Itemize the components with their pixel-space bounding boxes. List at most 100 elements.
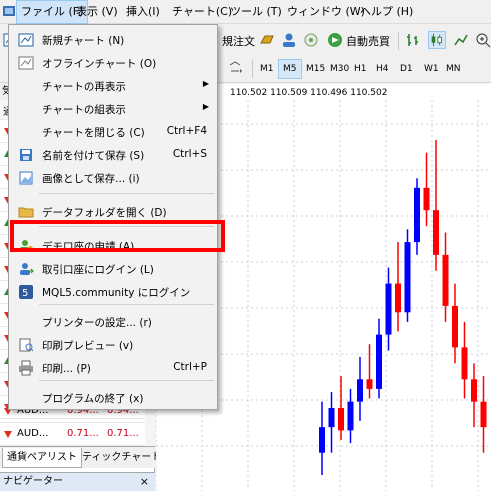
bearish-candle (366, 379, 373, 389)
menu-item[interactable]: 新規チャート (N) (9, 29, 217, 51)
bid-price: 0.71... (67, 428, 99, 439)
menu-item-label: プリンターの設定... (r) (42, 317, 152, 329)
submenu-arrow-icon: ▶ (202, 102, 209, 111)
menu-item-label: チャートの再表示 (42, 81, 126, 93)
menu-item-label: チャートを閉じる (C) (42, 127, 145, 139)
menu-item-label: 取引口座にログイン (L) (42, 264, 154, 276)
navigator-title: ナビゲーター (3, 476, 63, 487)
print-preview-icon (19, 338, 34, 352)
signal-icon[interactable] (302, 31, 320, 49)
menu-item-shortcut: Ctrl+P (173, 361, 207, 373)
timeframe-d1[interactable]: D1 (396, 59, 417, 79)
bearish-candle (395, 283, 401, 313)
highlight-box (10, 220, 225, 252)
menu-item-label: 印刷... (P) (42, 363, 91, 375)
menu-item[interactable]: チャートの組表示 ▶ (9, 98, 217, 120)
bullish-candle (404, 242, 411, 313)
menu-item[interactable]: プリンターの設定... (r) (9, 311, 217, 333)
print-icon (19, 360, 33, 376)
bearish-candle (338, 408, 344, 431)
save-picture-icon (19, 171, 33, 185)
bullish-candle (328, 408, 335, 428)
new-chart-icon (18, 33, 34, 47)
bearish-candle (480, 401, 487, 428)
zoom-in-icon[interactable] (474, 31, 491, 49)
bearish-candle (433, 210, 439, 255)
menu-item[interactable]: チャートの再表示 ▶ (9, 75, 217, 97)
bullish-candle (347, 401, 354, 431)
bullish-candle (385, 283, 392, 335)
menu-item-label: チャートの組表示 (42, 104, 126, 116)
menu-item-label: 名前を付けて保存 (S) (42, 150, 145, 162)
submenu-arrow-icon: ▶ (202, 79, 209, 88)
tab-symbols[interactable]: 通貨ペアリスト (2, 448, 82, 468)
line-chart-icon[interactable] (452, 31, 470, 49)
menu-item-label: データフォルダを開く (D) (42, 207, 167, 219)
bearish-candle (452, 305, 458, 348)
menu-item[interactable]: 名前を付けて保存 (S) Ctrl+S (9, 144, 217, 166)
price-readout: 110.502 110.509 110.496 110.502 (230, 88, 388, 98)
menu-item-label: 新規チャート (N) (42, 35, 125, 47)
menu-item[interactable]: チャートを閉じる (C) Ctrl+F4 (9, 121, 217, 143)
app-icon (3, 6, 15, 16)
bearish-candle (461, 347, 468, 380)
menu-item-shortcut: Ctrl+F4 (166, 125, 207, 137)
market-watch-tabs: 通貨ペアリスト ティックチャート (0, 446, 161, 468)
auto-trade-button[interactable]: 自動売買 (346, 33, 390, 49)
navigator-panel-header: ナビゲーター × (0, 472, 155, 491)
timeframe-mn[interactable]: MN (442, 59, 465, 79)
menu-separator (39, 304, 214, 305)
menu-insert[interactable]: 挿入(I) (122, 0, 164, 24)
mql5-icon: 5 (19, 285, 33, 299)
menu-item-label: プログラムの終了 (x) (42, 393, 144, 405)
menu-tools[interactable]: ツール (T) (226, 0, 286, 24)
tab-tick-chart[interactable]: ティックチャート (78, 448, 165, 468)
timeframe-m1[interactable]: M1 (256, 59, 278, 79)
ask-price: 0.71... (107, 428, 139, 439)
menu-item-shortcut: Ctrl+S (172, 148, 207, 160)
menu-item[interactable]: 取引口座にログイン (L) (9, 258, 217, 280)
timeframe-m5[interactable]: M5 (278, 59, 302, 79)
objects-icon[interactable] (226, 59, 244, 77)
save-icon (20, 149, 32, 161)
trade-login-icon (20, 263, 34, 275)
menu-item[interactable]: オフラインチャート (O) (9, 52, 217, 74)
new-order-button[interactable]: 規注文 (222, 33, 255, 49)
offline-chart-icon (18, 56, 34, 70)
auto-trade-icon[interactable] (326, 31, 344, 49)
toolbar-separator (252, 60, 253, 78)
menu-item-label: 画像として保存... (i) (42, 173, 140, 185)
menu-item[interactable]: プログラムの終了 (x) (9, 387, 217, 409)
menu-item-label: MQL5.community にログイン (42, 287, 191, 299)
menu-item-label: オフラインチャート (O) (42, 58, 157, 70)
menu-item[interactable]: 画像として保存... (i) (9, 167, 217, 189)
menu-view[interactable]: 表示 (V) (72, 0, 122, 24)
toolbar-separator (398, 32, 399, 50)
timeframe-h4[interactable]: H4 (372, 59, 393, 79)
gold-bar-icon[interactable] (258, 31, 276, 49)
close-icon[interactable]: × (140, 473, 149, 491)
user-icon[interactable] (280, 31, 298, 49)
bar-chart-icon[interactable] (404, 31, 422, 49)
timeframe-h1[interactable]: H1 (350, 59, 371, 79)
menu-help[interactable]: ヘルプ (H) (356, 0, 417, 24)
bearish-candle (471, 379, 477, 402)
bearish-candle (423, 187, 430, 211)
bullish-candle (376, 334, 382, 389)
svg-text:5: 5 (22, 288, 28, 299)
menu-separator (39, 193, 214, 194)
menu-item[interactable]: 印刷プレビュー (v) (9, 334, 217, 356)
folder-icon (18, 207, 34, 218)
bullish-candle (319, 427, 325, 453)
symbol-name: AUD... (17, 428, 49, 439)
bullish-candle (414, 187, 420, 243)
menu-item[interactable]: 印刷... (P) Ctrl+P (9, 357, 217, 379)
candlestick-icon[interactable] (428, 31, 446, 49)
timeframe-w1[interactable]: W1 (420, 59, 443, 79)
bullish-candle (357, 379, 363, 402)
menu-item[interactable]: 5 MQL5.community にログイン (9, 281, 217, 303)
file-menu-dropdown: 新規チャート (N) オフラインチャート (O) チャートの再表示 ▶ チャートの組表示… (8, 24, 225, 410)
market-watch-row[interactable]: AUD... 0.71... 0.71... (0, 423, 145, 446)
menu-separator (39, 380, 214, 381)
menu-item-label: 印刷プレビュー (v) (42, 340, 134, 352)
